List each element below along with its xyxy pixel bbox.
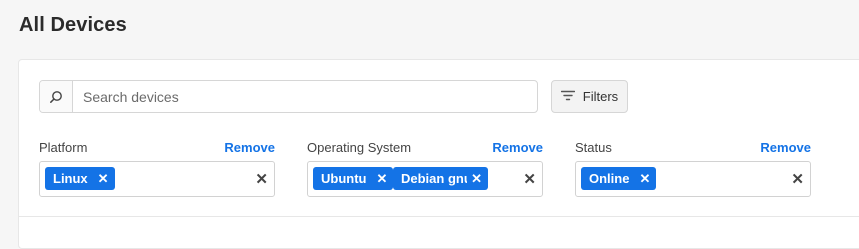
filter-status-remove[interactable]: Remove (760, 140, 811, 155)
card-divider (19, 216, 859, 217)
chip-label: Linux (53, 171, 88, 186)
search-icon (40, 81, 73, 112)
close-icon[interactable]: ✕ (471, 171, 482, 187)
filters-button-label: Filters (582, 89, 619, 104)
chip-debian: Debian gnu/l ✕ (393, 167, 488, 190)
filter-platform-remove[interactable]: Remove (224, 140, 275, 155)
page-title: All Devices (19, 14, 127, 36)
filter-os-label: Operating System (307, 140, 412, 155)
filter-platform-select[interactable]: Linux ✕ ✕ (39, 161, 275, 197)
filter-os-remove[interactable]: Remove (492, 140, 543, 155)
filter-lines-icon (560, 89, 575, 104)
clear-icon[interactable]: ✕ (791, 170, 804, 188)
close-icon[interactable]: ✕ (376, 171, 387, 187)
clear-icon[interactable]: ✕ (255, 170, 268, 188)
filter-platform-label: Platform (39, 140, 88, 155)
filter-os-select[interactable]: Ubuntu ✕ Debian gnu/l ✕ ✕ (307, 161, 543, 197)
search-input[interactable] (73, 81, 537, 112)
clear-icon[interactable]: ✕ (523, 170, 536, 188)
filters-button[interactable]: Filters (551, 80, 628, 113)
filter-status-label: Status (575, 140, 612, 155)
close-icon[interactable]: ✕ (639, 171, 650, 187)
chip-label: Ubuntu (321, 171, 367, 186)
chip-label: Debian gnu/l (401, 171, 467, 186)
close-icon[interactable]: ✕ (98, 171, 109, 187)
chip-ubuntu: Ubuntu ✕ (313, 167, 394, 190)
filter-status-select[interactable]: Online ✕ ✕ (575, 161, 811, 197)
search-box (39, 80, 538, 113)
chip-label: Online (589, 171, 630, 186)
chip-linux: Linux ✕ (45, 167, 115, 190)
chip-online: Online ✕ (581, 167, 657, 190)
